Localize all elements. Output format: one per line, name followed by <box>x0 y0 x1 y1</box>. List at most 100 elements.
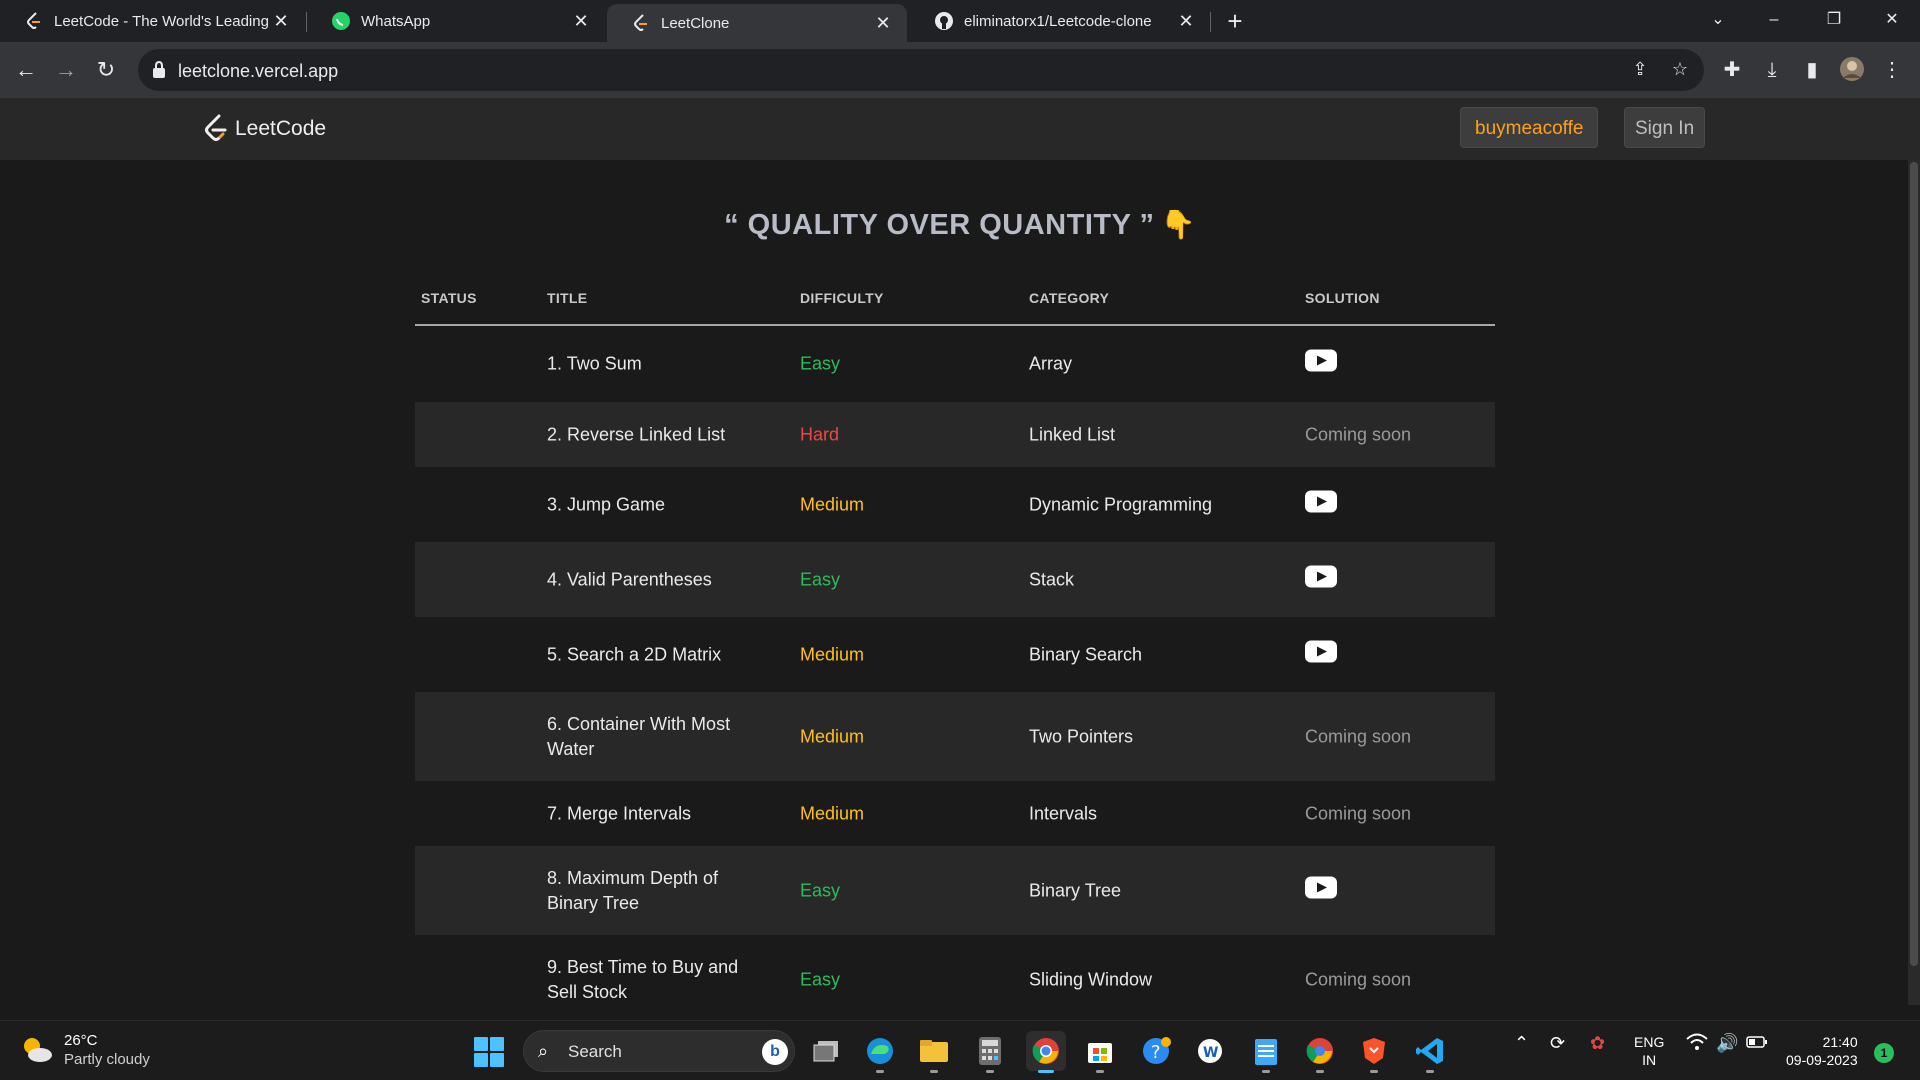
page-scrollbar[interactable] <box>1908 160 1920 1005</box>
notification-badge[interactable]: 1 <box>1874 1043 1894 1063</box>
back-icon[interactable]: ← <box>10 54 42 86</box>
problem-title[interactable]: 2. Reverse Linked List <box>547 422 747 447</box>
youtube-icon[interactable] <box>1305 565 1337 594</box>
vscode-icon[interactable] <box>1410 1031 1450 1073</box>
lock-icon <box>153 61 165 78</box>
language-code: ENG <box>1634 1034 1665 1050</box>
youtube-icon[interactable] <box>1305 490 1337 519</box>
minimize-icon[interactable]: – <box>1746 0 1802 40</box>
category-label: Dynamic Programming <box>1029 494 1213 514</box>
restore-icon[interactable]: ❐ <box>1806 0 1862 40</box>
problem-title[interactable]: 3. Jump Game <box>547 492 747 517</box>
solution-coming-soon: Coming soon <box>1305 803 1412 823</box>
category-label: Sliding Window <box>1029 969 1153 989</box>
sign-in-button[interactable]: Sign In <box>1624 107 1706 148</box>
difficulty-label: Medium <box>800 726 865 746</box>
file-explorer-icon[interactable] <box>914 1031 954 1073</box>
get-help-icon[interactable]: ? <box>1136 1031 1176 1071</box>
sync-icon[interactable]: ⟳ <box>1550 1033 1565 1054</box>
table-row: 1. Two Sum Easy Array <box>415 326 1495 402</box>
brave-icon[interactable] <box>1354 1031 1394 1073</box>
task-view-icon[interactable] <box>806 1031 846 1071</box>
bookmark-star-icon[interactable]: ☆ <box>1668 59 1692 83</box>
battery-icon[interactable] <box>1746 1033 1768 1054</box>
difficulty-label: Medium <box>800 494 865 514</box>
headline-text: “ QUALITY OVER QUANTITY ” <box>724 209 1155 241</box>
youtube-icon[interactable] <box>1305 640 1337 669</box>
problem-title[interactable]: 9. Best Time to Buy and Sell Stock <box>547 955 747 1005</box>
weather-temperature: 26°C <box>64 1032 98 1049</box>
category-label: Two Pointers <box>1029 726 1134 746</box>
problem-title[interactable]: 4. Valid Parentheses <box>547 567 747 592</box>
difficulty-label: Medium <box>800 803 865 823</box>
extensions-icon[interactable]: ✚ <box>1718 56 1746 84</box>
weather-description: Partly cloudy <box>64 1051 150 1068</box>
tab-leetclone[interactable]: LeetClone ✕ <box>607 4 907 42</box>
header-title: TITLE <box>547 290 588 306</box>
scrollbar-thumb[interactable] <box>1910 162 1918 966</box>
category-label: Intervals <box>1029 803 1098 823</box>
problem-title[interactable]: 1. Two Sum <box>547 352 747 377</box>
header-status: STATUS <box>421 290 477 306</box>
profile-avatar[interactable] <box>1838 56 1866 84</box>
leetcode-icon <box>24 11 44 31</box>
wps-office-icon[interactable]: W <box>1190 1031 1230 1071</box>
volume-icon[interactable]: 🔊 <box>1716 1033 1738 1054</box>
microsoft-store-icon[interactable] <box>1080 1031 1120 1073</box>
table-row: 2. Reverse Linked List Hard Linked List … <box>415 402 1495 467</box>
tab-whatsapp[interactable]: WhatsApp ✕ <box>307 0 605 42</box>
header-solution: SOLUTION <box>1305 290 1380 306</box>
tab-leetcode[interactable]: LeetCode - The World's Leading ✕ <box>0 0 305 42</box>
svg-text:W: W <box>1203 1045 1218 1061</box>
close-icon[interactable]: ✕ <box>271 11 291 32</box>
table-row: 8. Maximum Depth of Binary Tree Easy Bin… <box>415 846 1495 935</box>
problem-title[interactable]: 5. Search a 2D Matrix <box>547 642 747 667</box>
problem-title[interactable]: 7. Merge Intervals <box>547 801 747 826</box>
new-tab-button[interactable]: + <box>1220 6 1250 36</box>
download-icon[interactable]: ⤓ <box>1758 56 1786 84</box>
language-indicator[interactable]: ENG IN <box>1634 1033 1664 1069</box>
share-icon[interactable]: ⇪ <box>1628 59 1652 83</box>
problem-title[interactable]: 6. Container With Most Water <box>547 712 747 762</box>
youtube-icon[interactable] <box>1305 876 1337 905</box>
category-label: Binary Tree <box>1029 880 1122 900</box>
forward-icon[interactable]: → <box>50 54 82 86</box>
reload-icon[interactable]: ↻ <box>90 54 122 86</box>
taskbar-search[interactable]: ⌕ Search b <box>523 1030 795 1072</box>
weather-widget[interactable]: 26°C Partly cloudy <box>20 1031 150 1069</box>
notepad-icon[interactable] <box>1246 1031 1286 1073</box>
address-bar[interactable]: leetclone.vercel.app ⇪ ☆ <box>138 49 1704 91</box>
close-icon[interactable]: ✕ <box>873 13 893 34</box>
difficulty-label: Easy <box>800 569 841 589</box>
header-category: CATEGORY <box>1029 290 1110 306</box>
chrome-icon[interactable] <box>1026 1031 1066 1073</box>
system-clock[interactable]: 21:40 09-09-2023 <box>1786 1033 1858 1069</box>
difficulty-label: Easy <box>800 353 841 374</box>
chevron-up-icon[interactable]: ⌃ <box>1514 1033 1529 1054</box>
tab-github[interactable]: eliminatorx1/Leetcode-clone ✕ <box>910 0 1210 42</box>
menu-kebab-icon[interactable]: ⋮ <box>1878 56 1906 84</box>
start-button[interactable] <box>474 1037 504 1067</box>
table-header: STATUS TITLE DIFFICULTY CATEGORY SOLUTIO… <box>415 278 1495 326</box>
search-icon: ⌕ <box>538 1041 549 1061</box>
problem-title[interactable]: 8. Maximum Depth of Binary Tree <box>547 866 747 916</box>
tab-search-icon[interactable]: ⌄ <box>1690 0 1746 40</box>
calculator-icon[interactable] <box>970 1031 1010 1073</box>
difficulty-label: Medium <box>800 644 865 664</box>
youtube-icon[interactable] <box>1305 349 1337 379</box>
wifi-icon[interactable] <box>1686 1033 1708 1056</box>
app-tray-icon[interactable]: ✿ <box>1590 1033 1605 1054</box>
window-close-icon[interactable]: ✕ <box>1864 0 1920 40</box>
browser-tab-strip: LeetCode - The World's Leading ✕ WhatsAp… <box>0 0 1920 42</box>
close-icon[interactable]: ✕ <box>571 11 591 32</box>
site-logo[interactable]: LeetCode <box>203 114 326 144</box>
edge-icon[interactable] <box>860 1031 900 1073</box>
solution-coming-soon: Coming soon <box>1305 969 1412 989</box>
buy-me-a-coffee-button[interactable]: buymeacoffe <box>1460 107 1599 148</box>
google-icon[interactable] <box>1300 1031 1340 1073</box>
table-row: 6. Container With Most Water Medium Two … <box>415 692 1495 781</box>
close-icon[interactable]: ✕ <box>1176 11 1196 32</box>
bing-icon[interactable]: b <box>762 1039 788 1065</box>
url-text[interactable]: leetclone.vercel.app <box>178 61 338 82</box>
side-panel-icon[interactable]: ▮ <box>1798 56 1826 84</box>
